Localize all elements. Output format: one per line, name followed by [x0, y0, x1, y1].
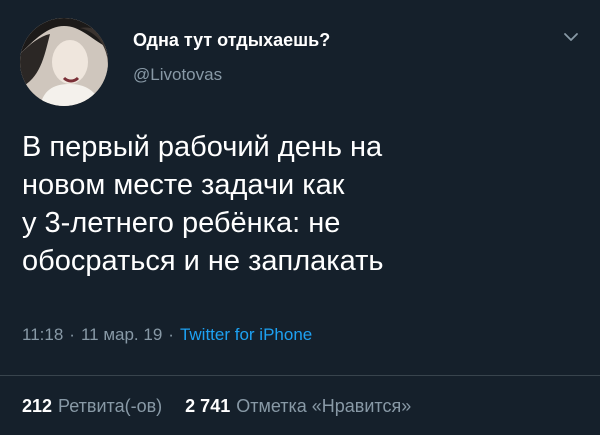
tweet-text: В первый рабочий день на новом месте зад…	[22, 128, 582, 280]
meta-separator: ·	[69, 325, 75, 344]
chevron-down-icon[interactable]	[562, 28, 580, 46]
tweet-meta: 11:18 · 11 мар. 19 · Twitter for iPhone	[22, 325, 312, 345]
tweet-text-line: В первый рабочий день на	[22, 131, 383, 163]
avatar[interactable]	[20, 18, 108, 106]
avatar-image	[20, 18, 108, 106]
divider	[0, 375, 600, 376]
retweets-count: 212	[22, 396, 53, 416]
tweet-text-line: обосраться и не заплакать	[22, 245, 384, 277]
likes-count: 2 741	[185, 396, 231, 416]
engagement-stats: 212 Ретвита(-ов) 2 741 Отметка «Нравится»	[22, 396, 411, 417]
tweet-source-link[interactable]: Twitter for iPhone	[180, 325, 312, 344]
tweet-text-line: у 3-летнего ребёнка: не	[22, 207, 341, 239]
display-name[interactable]: Одна тут отдыхаешь?	[133, 30, 330, 51]
tweet-text-line: новом месте задачи как	[22, 169, 345, 201]
user-handle[interactable]: @Livotovas	[133, 65, 222, 85]
retweets-label: Ретвита(-ов)	[58, 396, 163, 416]
tweet-date[interactable]: 11 мар. 19	[81, 325, 162, 344]
retweets-stat[interactable]: 212 Ретвита(-ов)	[22, 396, 162, 417]
tweet-card: Одна тут отдыхаешь? @Livotovas В первый …	[0, 0, 600, 435]
likes-label: Отметка «Нравится»	[236, 396, 412, 416]
likes-stat[interactable]: 2 741 Отметка «Нравится»	[185, 396, 411, 417]
tweet-time[interactable]: 11:18	[22, 325, 63, 344]
meta-separator: ·	[168, 325, 174, 344]
